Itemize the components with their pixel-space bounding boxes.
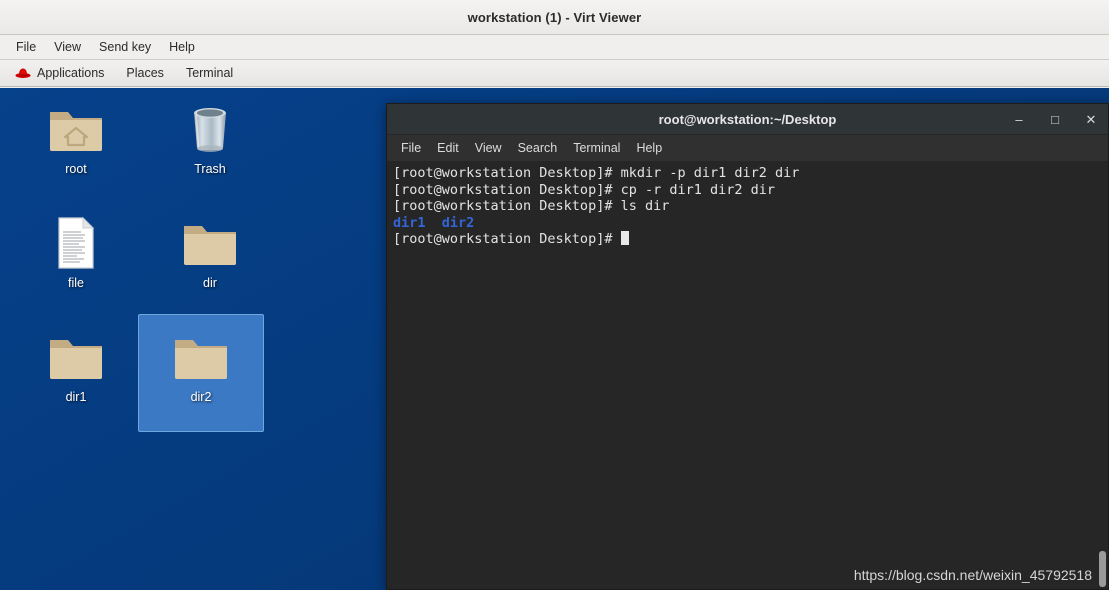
trash-can-icon — [179, 99, 241, 159]
desktop-icon-root[interactable]: root — [14, 92, 138, 204]
close-icon[interactable]: ✕ — [1082, 110, 1100, 128]
terminal-output-area[interactable]: [root@workstation Desktop]# mkdir -p dir… — [387, 161, 1108, 589]
menu-item-view[interactable]: View — [46, 37, 89, 57]
desktop-icon-dir1[interactable]: dir1 — [14, 320, 138, 432]
panel-item-terminal[interactable]: Terminal — [177, 63, 242, 83]
terminal-window[interactable]: root@workstation:~/Desktop – □ ✕ File Ed… — [386, 103, 1109, 590]
terminal-menu-search[interactable]: Search — [510, 138, 566, 158]
virt-viewer-window: workstation (1) - Virt Viewer File View … — [0, 0, 1109, 590]
desktop-icon-dir2[interactable]: dir2 — [138, 314, 264, 432]
desktop-icon-label: dir2 — [190, 390, 212, 404]
minimize-icon[interactable]: – — [1010, 110, 1028, 128]
terminal-menu-view[interactable]: View — [467, 138, 510, 158]
maximize-icon[interactable]: □ — [1046, 110, 1064, 128]
folder-icon — [45, 327, 107, 387]
terminal-menubar: File Edit View Search Terminal Help — [387, 135, 1108, 161]
terminal-menu-file[interactable]: File — [393, 138, 429, 158]
terminal-scrollbar-thumb[interactable] — [1099, 551, 1106, 587]
desktop-icon-label: root — [65, 162, 87, 176]
terminal-menu-edit[interactable]: Edit — [429, 138, 467, 158]
menu-item-file[interactable]: File — [8, 37, 44, 57]
panel-item-places[interactable]: Places — [117, 63, 173, 83]
terminal-title: root@workstation:~/Desktop — [658, 111, 837, 127]
desktop-icon-dir[interactable]: dir — [148, 206, 272, 318]
desktop-icon-file[interactable]: file — [14, 206, 138, 318]
home-folder-icon — [45, 99, 107, 159]
redhat-logo-icon — [15, 67, 31, 79]
desktop-icon-label: file — [68, 276, 84, 290]
panel-item-applications[interactable]: Applications — [6, 63, 113, 83]
desktop-icon-trash[interactable]: Trash — [148, 92, 272, 204]
terminal-menu-help[interactable]: Help — [628, 138, 670, 158]
terminal-titlebar: root@workstation:~/Desktop – □ ✕ — [387, 104, 1108, 135]
terminal-menu-terminal[interactable]: Terminal — [565, 138, 628, 158]
page-title: workstation (1) - Virt Viewer — [467, 9, 642, 25]
terminal-line-directory-output: dir1 dir2 — [393, 214, 475, 231]
gnome-top-panel: Applications Places Terminal — [0, 60, 1109, 87]
folder-icon — [179, 213, 241, 273]
desktop-icon-label: dir1 — [65, 390, 87, 404]
panel-label-applications: Applications — [37, 66, 105, 80]
desktop-area[interactable]: root Trash file dir dir1 dir2 root@works… — [0, 88, 1109, 590]
terminal-line-prompt: [root@workstation Desktop]# — [393, 231, 1102, 248]
watermark-text: https://blog.csdn.net/weixin_45792518 — [853, 566, 1092, 583]
terminal-line: [root@workstation Desktop]# cp -r dir1 d… — [393, 181, 776, 198]
folder-icon — [170, 327, 232, 387]
document-file-icon — [45, 213, 107, 273]
terminal-scrollbar[interactable] — [1098, 161, 1107, 589]
app-titlebar: workstation (1) - Virt Viewer — [0, 0, 1109, 35]
menu-item-send-key[interactable]: Send key — [91, 37, 159, 57]
terminal-cursor — [620, 231, 629, 245]
desktop-icon-label: dir — [203, 276, 217, 290]
terminal-window-controls: – □ ✕ — [1010, 110, 1100, 128]
app-menubar: File View Send key Help — [0, 35, 1109, 60]
terminal-line: [root@workstation Desktop]# ls dir — [393, 198, 670, 214]
terminal-line: [root@workstation Desktop]# mkdir -p dir… — [393, 165, 800, 181]
menu-item-help[interactable]: Help — [161, 37, 203, 57]
desktop-icon-label: Trash — [194, 162, 226, 176]
terminal-prompt-text: [root@workstation Desktop]# — [393, 231, 621, 247]
